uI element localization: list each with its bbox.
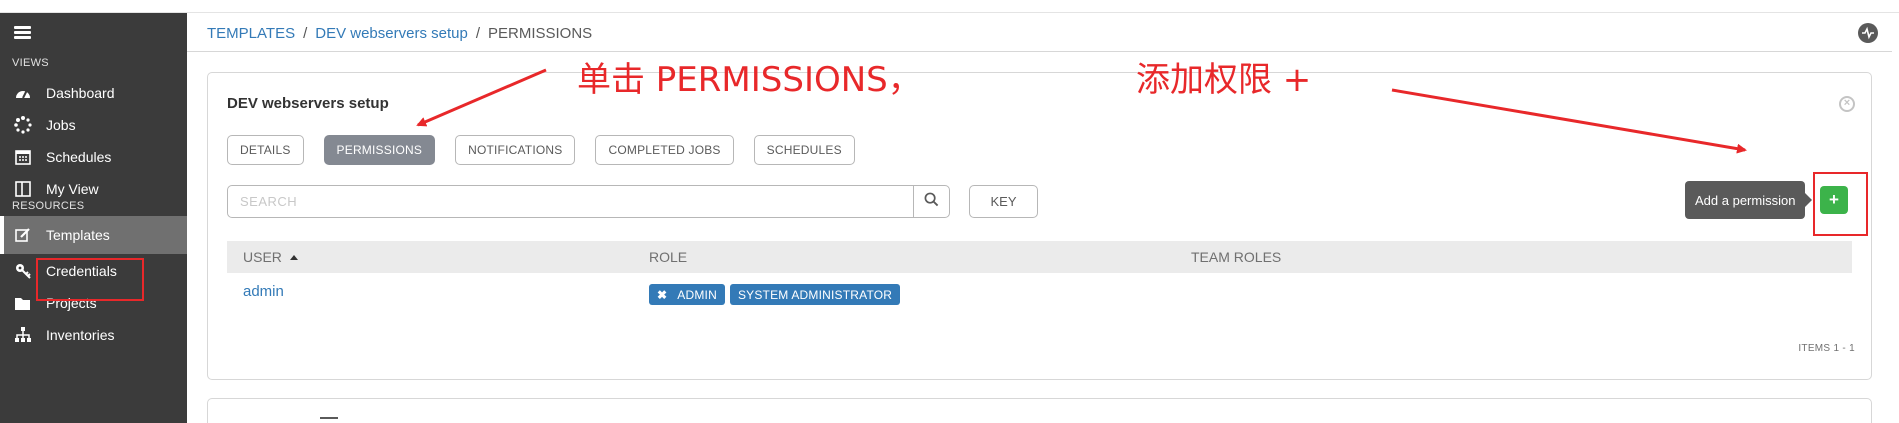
breadcrumb-current: PERMISSIONS (488, 25, 593, 42)
column-header-team-roles: TEAM ROLES (1191, 249, 1282, 265)
sidebar-item-label: Schedules (46, 149, 112, 165)
column-header-user[interactable]: USER (243, 249, 298, 265)
tab-schedules[interactable]: SCHEDULES (753, 135, 855, 165)
breadcrumb-templates-link[interactable]: TEMPLATES (207, 25, 295, 42)
sidebar-item-label: Dashboard (46, 85, 115, 101)
table-header: USER ROLE TEAM ROLES (227, 241, 1852, 273)
breadcrumb: TEMPLATES / DEV webservers setup / PERMI… (207, 25, 592, 42)
close-icon[interactable]: × (1839, 96, 1855, 112)
breadcrumb-separator: / (303, 25, 308, 42)
role-badge-system-administrator: SYSTEM ADMINISTRATOR (729, 284, 901, 305)
columns-icon (12, 180, 34, 198)
sidebar-item-templates[interactable]: Templates (0, 216, 187, 254)
highlight-templates-box (36, 258, 144, 301)
dashboard-icon (12, 84, 34, 102)
calendar-icon (12, 148, 34, 166)
remove-role-icon[interactable]: ✖ (657, 288, 667, 302)
sidebar-item-label: Jobs (46, 117, 76, 133)
panel-title: DEV webservers setup (227, 95, 389, 112)
column-label: USER (243, 249, 282, 265)
role-badge-admin: ✖ ADMIN (649, 284, 725, 305)
role-badges: ✖ ADMIN SYSTEM ADMINISTRATOR (649, 284, 901, 305)
column-header-role: ROLE (649, 249, 688, 265)
add-permission-tooltip: Add a permission (1685, 181, 1813, 219)
highlight-add-button-box (1813, 172, 1868, 236)
sidebar: VIEWS Dashboard Jobs Schedules My View R… (0, 12, 187, 423)
sidebar-item-inventories[interactable]: Inventories (0, 316, 187, 354)
sort-ascending-icon (289, 255, 298, 260)
sitemap-icon (12, 326, 34, 344)
user-link[interactable]: admin (243, 283, 284, 300)
panel-edge-mark (320, 417, 338, 419)
tab-bar: DETAILS PERMISSIONS NOTIFICATIONS COMPLE… (227, 135, 875, 165)
edit-icon (12, 226, 34, 244)
annotation-click-permissions: 单击 PERMISSIONS， (577, 60, 922, 100)
top-bar: TEMPLATES / DEV webservers setup / PERMI… (187, 12, 1892, 52)
hamburger-menu-icon[interactable] (14, 26, 31, 39)
search-button[interactable] (913, 186, 949, 217)
role-label: ADMIN (677, 287, 717, 302)
tab-permissions[interactable]: PERMISSIONS (323, 135, 436, 165)
tab-notifications[interactable]: NOTIFICATIONS (455, 135, 576, 165)
sidebar-item-label: Inventories (46, 327, 115, 343)
annotation-add-permission: 添加权限 + (1136, 60, 1312, 100)
search-input[interactable] (228, 186, 913, 217)
search-icon (924, 192, 939, 212)
key-button[interactable]: KEY (969, 185, 1038, 218)
sidebar-item-label: Templates (46, 227, 110, 243)
secondary-panel (207, 398, 1872, 423)
tab-details[interactable]: DETAILS (227, 135, 304, 165)
sidebar-item-label: My View (46, 181, 99, 197)
spinner-icon (12, 116, 34, 134)
resources-section-label: RESOURCES (12, 200, 85, 212)
breadcrumb-separator: / (475, 25, 480, 42)
items-count: ITEMS 1 - 1 (1798, 343, 1855, 354)
breadcrumb-template-link[interactable]: DEV webservers setup (315, 25, 468, 42)
folder-icon (12, 294, 34, 312)
key-icon (12, 262, 34, 280)
activity-stream-icon[interactable] (1858, 23, 1878, 43)
views-section-label: VIEWS (12, 57, 49, 69)
search-box (227, 185, 950, 218)
tab-completed-jobs[interactable]: COMPLETED JOBS (595, 135, 734, 165)
permissions-panel: DEV webservers setup × DETAILS PERMISSIO… (207, 72, 1872, 380)
